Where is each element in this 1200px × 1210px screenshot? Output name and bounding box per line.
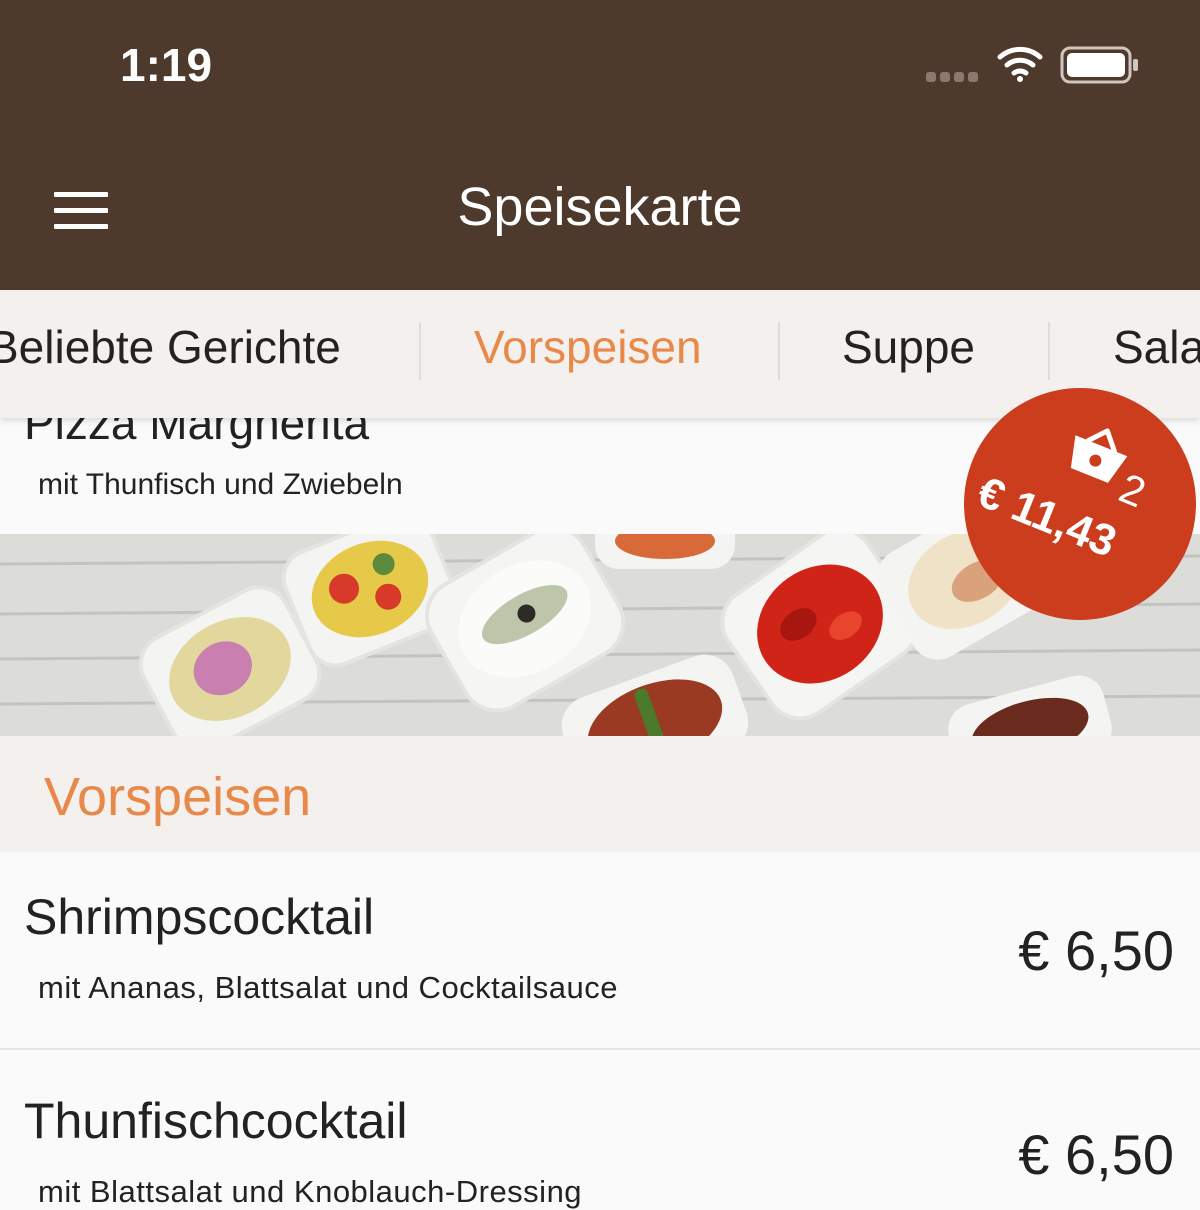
tab-vorspeisen[interactable]: Vorspeisen (474, 320, 702, 374)
tab-divider (778, 322, 780, 380)
tab-suppe[interactable]: Suppe (842, 320, 975, 374)
tab-salate[interactable]: Sala (1113, 320, 1200, 374)
nav-bar: Speisekarte (0, 130, 1200, 290)
tab-divider (419, 322, 421, 380)
item-name: Pizza Margherita (24, 418, 370, 449)
signal-icon (926, 72, 978, 82)
status-bar: 1:19 (0, 0, 1200, 130)
battery-icon (1060, 46, 1138, 84)
section-header: Vorspeisen (0, 736, 1200, 852)
item-name: Shrimpscocktail (24, 889, 375, 945)
status-time: 1:19 (120, 39, 213, 91)
tab-beliebte-gerichte[interactable]: Beliebte Gerichte (0, 320, 341, 374)
cart-button[interactable]: 2 € 11,43 (964, 388, 1196, 620)
item-name: Thunfischcocktail (24, 1093, 408, 1149)
item-price: € 6,50 (1018, 919, 1174, 982)
item-price: € 6,50 (1018, 1123, 1174, 1186)
item-description: mit Thunfisch und Zwiebeln (38, 468, 403, 501)
item-description: mit Ananas, Blattsalat und Cocktailsauce (38, 970, 619, 1005)
page-title: Speisekarte (457, 177, 743, 237)
list-item[interactable]: Thunfischcocktail mit Blattsalat und Kno… (0, 1050, 1200, 1210)
wifi-icon (997, 46, 1043, 82)
list-item[interactable]: Shrimpscocktail mit Ananas, Blattsalat u… (0, 852, 1200, 1050)
section-title: Vorspeisen (44, 767, 312, 827)
item-description: mit Blattsalat und Knoblauch-Dressing (38, 1174, 583, 1209)
